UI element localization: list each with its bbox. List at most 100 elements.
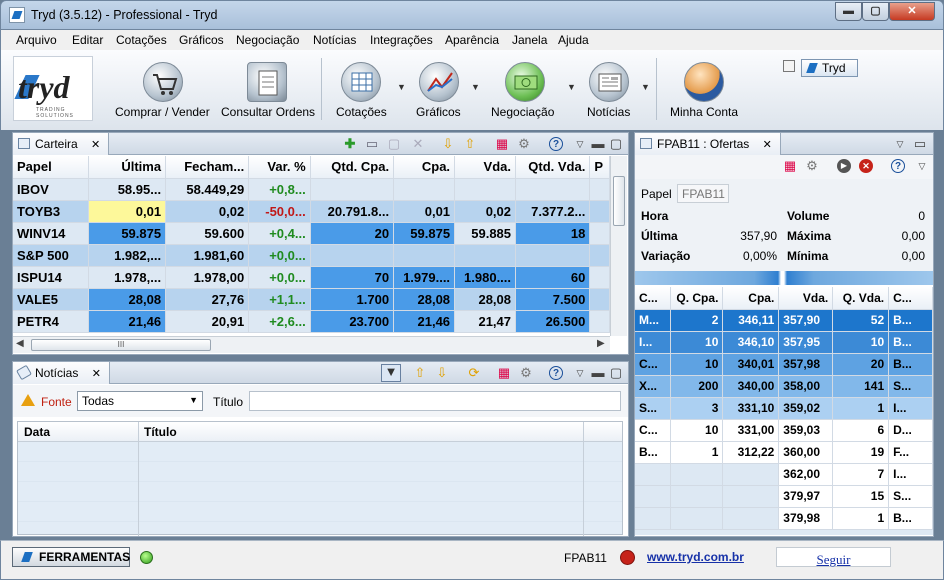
menu-integracoes[interactable]: Integrações bbox=[370, 33, 433, 47]
carteira-hscrollbar[interactable]: ◀ III ▶ bbox=[13, 336, 610, 353]
table-row[interactable]: ISPU14 1.978,... 1.978,00 +0,0... 70 1.9… bbox=[13, 266, 610, 289]
col-header-cpa[interactable]: Cpa. bbox=[393, 156, 456, 179]
col-header-q-vda[interactable]: Q. Vda. bbox=[832, 287, 890, 310]
col-header-variacao[interactable]: Var. % bbox=[248, 156, 311, 179]
scroll-left-icon[interactable]: ◀ bbox=[16, 338, 24, 349]
table-row[interactable]: VALE5 28,08 27,76 +1,1... 1.700 28,08 28… bbox=[13, 288, 610, 311]
negociacao-button[interactable]: Negociação bbox=[487, 58, 565, 123]
book-row[interactable]: B... 1 312,22 360,00 19 F... bbox=[635, 441, 933, 464]
menu-negociacao[interactable]: Negociação bbox=[236, 33, 299, 47]
scroll-right-icon[interactable]: ▶ bbox=[597, 338, 605, 349]
stop-icon[interactable]: ✕ bbox=[859, 159, 873, 173]
tab-carteira[interactable]: Carteira ✕ bbox=[13, 133, 110, 155]
view-menu-icon[interactable]: ▽ bbox=[573, 137, 587, 151]
close-tab-icon[interactable]: ✕ bbox=[763, 139, 772, 151]
noticias-dropdown-icon[interactable]: ▼ bbox=[641, 82, 650, 92]
book-row[interactable]: 379,97 15 S... bbox=[635, 485, 933, 508]
filter-icon[interactable]: ▼ bbox=[381, 364, 401, 382]
col-header-ultima[interactable]: Última bbox=[88, 156, 167, 179]
book-row[interactable]: M... 2 346,11 357,90 52 B... bbox=[635, 309, 933, 332]
gear-icon[interactable]: ⚙ bbox=[517, 137, 531, 151]
tryd-website-link[interactable]: www.tryd.com.br bbox=[647, 550, 744, 564]
negociacao-dropdown-icon[interactable]: ▼ bbox=[567, 82, 576, 92]
close-tab-icon[interactable]: ✕ bbox=[91, 139, 100, 151]
noticias-button[interactable]: Notícias bbox=[583, 58, 635, 123]
graficos-dropdown-icon[interactable]: ▼ bbox=[471, 82, 480, 92]
menu-ajuda[interactable]: Ajuda bbox=[558, 33, 589, 47]
help-icon[interactable]: ? bbox=[549, 366, 563, 380]
minimize-button[interactable]: ▬ bbox=[835, 2, 862, 21]
refresh-icon[interactable]: ⟳ bbox=[467, 366, 481, 380]
close-button[interactable]: ✕ bbox=[889, 2, 935, 21]
menu-graficos[interactable]: Gráficos bbox=[179, 33, 224, 47]
table-row[interactable]: S&P 500 1.982,... 1.981,60 +0,0... bbox=[13, 244, 610, 267]
col-header-vda[interactable]: Vda. bbox=[778, 287, 834, 310]
window-title-bar[interactable]: Tryd (3.5.12) - Professional - Tryd ▬ ▢ … bbox=[0, 0, 944, 30]
col-header-corretora-venda[interactable]: C... bbox=[888, 287, 933, 310]
tab-noticias[interactable]: Notícias ✕ bbox=[13, 362, 110, 384]
col-header-data[interactable]: Data bbox=[24, 425, 50, 439]
table-row[interactable]: IBOV 58.95... 58.449,29 +0,8... bbox=[13, 178, 610, 201]
add-icon[interactable]: ✚ bbox=[343, 137, 357, 151]
seguir-button[interactable]: Seguir bbox=[776, 547, 891, 567]
maximize-button[interactable]: ▢ bbox=[862, 2, 889, 21]
menu-janela[interactable]: Janela bbox=[512, 33, 547, 47]
maximize-view-icon[interactable]: ▢ bbox=[609, 137, 623, 151]
vscroll-thumb[interactable] bbox=[613, 176, 625, 226]
arrow-up-icon[interactable]: ⇧ bbox=[463, 137, 477, 151]
book-row[interactable]: C... 10 331,00 359,03 6 D... bbox=[635, 419, 933, 442]
maximize-view-icon[interactable]: ▢ bbox=[609, 366, 623, 380]
comment-icon[interactable]: ▢ bbox=[387, 137, 401, 151]
arrow-down-icon[interactable]: ⇩ bbox=[441, 137, 455, 151]
menu-editar[interactable]: Editar bbox=[72, 33, 103, 47]
consultar-ordens-button[interactable]: Consultar Ordens bbox=[219, 58, 317, 123]
book-row[interactable]: C... 10 340,01 357,98 20 B... bbox=[635, 353, 933, 376]
open-perspective-icon[interactable] bbox=[783, 60, 795, 72]
minimize-view-icon[interactable]: ▬ bbox=[591, 366, 605, 380]
menu-aparencia[interactable]: Aparência bbox=[445, 33, 499, 47]
col-header-vda[interactable]: Vda. bbox=[454, 156, 517, 179]
gear-icon[interactable]: ⚙ bbox=[805, 159, 819, 173]
table-row[interactable]: PETR4 21,46 20,91 +2,6... 23.700 21,46 2… bbox=[13, 310, 610, 333]
arrow-down-icon[interactable]: ⇩ bbox=[435, 366, 449, 380]
book-row[interactable]: 362,00 7 I... bbox=[635, 463, 933, 486]
perspective-tryd-tab[interactable]: Tryd bbox=[801, 59, 858, 77]
table-row[interactable]: WINV14 59.875 59.600 +0,4... 20 59.875 5… bbox=[13, 222, 610, 245]
col-header-qtd-vda[interactable]: Qtd. Vda. bbox=[515, 156, 591, 179]
color-grid-icon[interactable]: ▦ bbox=[783, 159, 797, 173]
ferramentas-button[interactable]: FERRAMENTAS bbox=[12, 547, 130, 567]
row-icon[interactable]: ▭ bbox=[365, 137, 379, 151]
arrow-up-icon[interactable]: ⇧ bbox=[413, 366, 427, 380]
col-header-cpa[interactable]: Cpa. bbox=[722, 287, 780, 310]
cotacoes-button[interactable]: Cotações bbox=[331, 58, 391, 123]
fonte-select[interactable]: Todas ▼ bbox=[77, 391, 203, 411]
cotacoes-dropdown-icon[interactable]: ▼ bbox=[397, 82, 406, 92]
col-header-qtd-cpa[interactable]: Qtd. Cpa. bbox=[310, 156, 395, 179]
papel-field[interactable]: FPAB11 bbox=[677, 184, 729, 203]
close-tab-icon[interactable]: ✕ bbox=[92, 368, 101, 380]
menu-arquivo[interactable]: Arquivo bbox=[16, 33, 57, 47]
col-header-corretora-compra[interactable]: C... bbox=[635, 287, 672, 310]
hscroll-thumb[interactable]: III bbox=[31, 339, 211, 351]
view-menu-icon[interactable]: ▽ bbox=[573, 366, 587, 380]
play-icon[interactable]: ▶ bbox=[837, 159, 851, 173]
book-row[interactable]: X... 200 340,00 358,00 141 S... bbox=[635, 375, 933, 398]
book-row[interactable]: I... 10 346,10 357,95 10 B... bbox=[635, 331, 933, 354]
gear-icon[interactable]: ⚙ bbox=[519, 366, 533, 380]
view-menu-icon[interactable]: ▽ bbox=[893, 137, 907, 151]
titulo-input[interactable] bbox=[249, 391, 621, 411]
minha-conta-button[interactable]: Minha Conta bbox=[666, 58, 738, 123]
col-header-fechamento[interactable]: Fecham... bbox=[165, 156, 250, 179]
book-row[interactable]: 379,98 1 B... bbox=[635, 507, 933, 530]
tab-fpab11-ofertas[interactable]: FPAB11 : Ofertas ✕ bbox=[635, 133, 781, 155]
col-header-q-cpa[interactable]: Q. Cpa. bbox=[670, 287, 724, 310]
help-icon[interactable]: ? bbox=[549, 137, 563, 151]
minimize-view-icon[interactable]: ▬ bbox=[591, 137, 605, 151]
book-row[interactable]: S... 3 331,10 359,02 1 I... bbox=[635, 397, 933, 420]
stop-icon[interactable] bbox=[620, 550, 635, 565]
help-icon[interactable]: ? bbox=[891, 159, 905, 173]
comprar-vender-button[interactable]: Comprar / Vender bbox=[113, 58, 213, 123]
carteira-vscrollbar[interactable] bbox=[610, 156, 627, 336]
col-header-titulo[interactable]: Título bbox=[144, 425, 177, 439]
maximize-view-icon[interactable]: ▭ bbox=[913, 137, 927, 151]
